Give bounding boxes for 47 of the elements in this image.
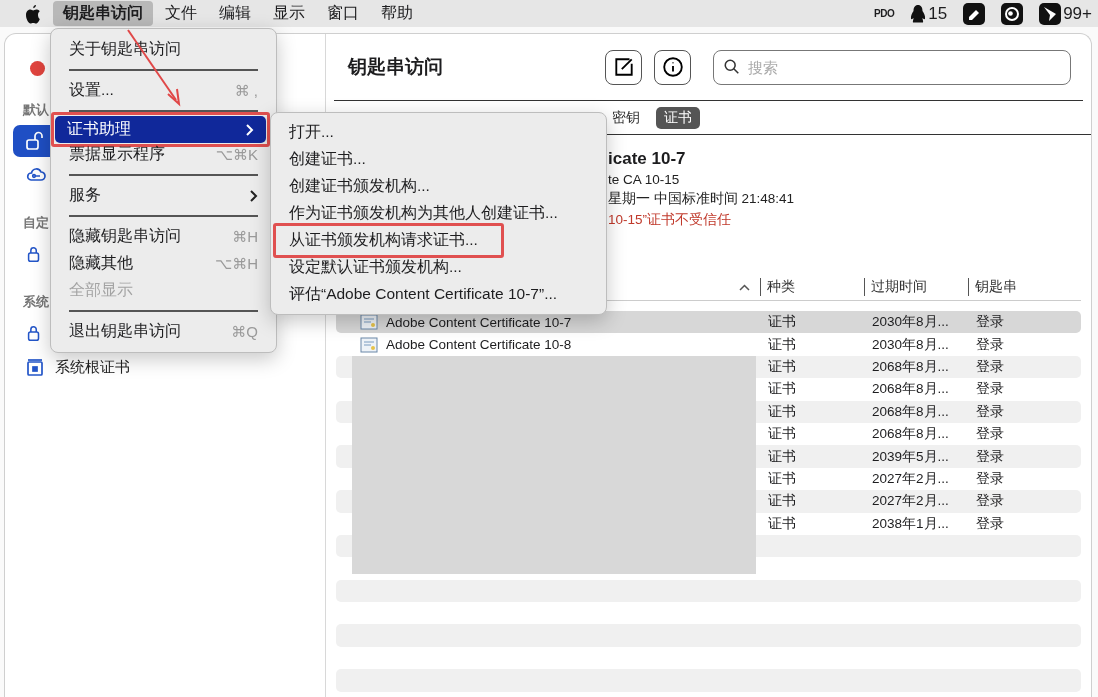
trust-warning: 10-15”证书不受信任 xyxy=(608,211,733,229)
table-cell: Adobe Content Certificate 10-7 xyxy=(386,314,572,330)
keyboard-shortcut: ⌘H xyxy=(232,227,258,246)
table-cell-text: 2068年8月... xyxy=(872,402,950,421)
table-cell-text: 登录 xyxy=(976,514,1005,533)
table-cell-text: 登录 xyxy=(976,469,1005,488)
table-cell-text: 2068年8月... xyxy=(872,425,950,444)
table-cell-text: 2027年2月... xyxy=(872,492,950,511)
keyboard-shortcut: ⌘ , xyxy=(234,81,258,100)
keyboard-shortcut: ⌥⌘H xyxy=(214,254,258,273)
certificate-issuer: te CA 10-15 xyxy=(608,172,681,187)
certificate-name: icate 10-7 xyxy=(608,149,687,169)
table-cell-text: 2038年1月... xyxy=(872,514,950,533)
table-cell-text: 证书 xyxy=(768,335,797,354)
table-cell-text: 登录 xyxy=(976,357,1005,376)
section-label: 默认 xyxy=(23,101,49,119)
table-cell-text: 登录 xyxy=(976,335,1005,354)
table-cell-text: 登录 xyxy=(976,402,1005,421)
window-title: 钥匙串访问 xyxy=(348,55,444,79)
keyboard-shortcut: ⌥⌘K xyxy=(215,145,258,164)
table-cell-text: 2030年8月... xyxy=(872,335,950,354)
table-cell-text: 证书 xyxy=(768,425,797,444)
table-cell-text: 登录 xyxy=(976,380,1005,399)
expiry-date: 星期一 中国标准时间 21:48:41 xyxy=(608,190,796,208)
section-label: 自定 xyxy=(23,214,49,232)
table-cell: Adobe Content Certificate 10-8 xyxy=(386,337,572,353)
notification-count: 15 xyxy=(928,3,948,24)
table-cell-text: 证书 xyxy=(768,402,797,421)
table-cell-text: 登录 xyxy=(976,447,1005,466)
table-cell-text: 2027年2月... xyxy=(872,469,950,488)
table-cell-text: 证书 xyxy=(768,380,797,399)
table-cell-text: 登录 xyxy=(976,313,1005,332)
table-cell-text: 登录 xyxy=(976,492,1005,511)
table-cell-text: 2030年8月... xyxy=(872,313,950,332)
table-cell-text: 2068年8月... xyxy=(872,357,950,376)
table-cell-text: 证书 xyxy=(768,514,797,533)
table-cell-text: 证书 xyxy=(768,357,797,376)
table-cell-text: 证书 xyxy=(768,447,797,466)
table-cell-text: 2039年5月... xyxy=(872,447,950,466)
table-cell-text: 证书 xyxy=(768,469,797,488)
table-cell-text: 证书 xyxy=(768,492,797,511)
keyboard-shortcut: ⌘Q xyxy=(231,322,258,341)
table-cell-text: 2068年8月... xyxy=(872,380,950,399)
table-cell-text: 登录 xyxy=(976,425,1005,444)
table-cell-text: 证书 xyxy=(768,313,797,332)
notification-count: 99+ xyxy=(1063,3,1092,24)
section-label: 系统 xyxy=(23,293,49,311)
